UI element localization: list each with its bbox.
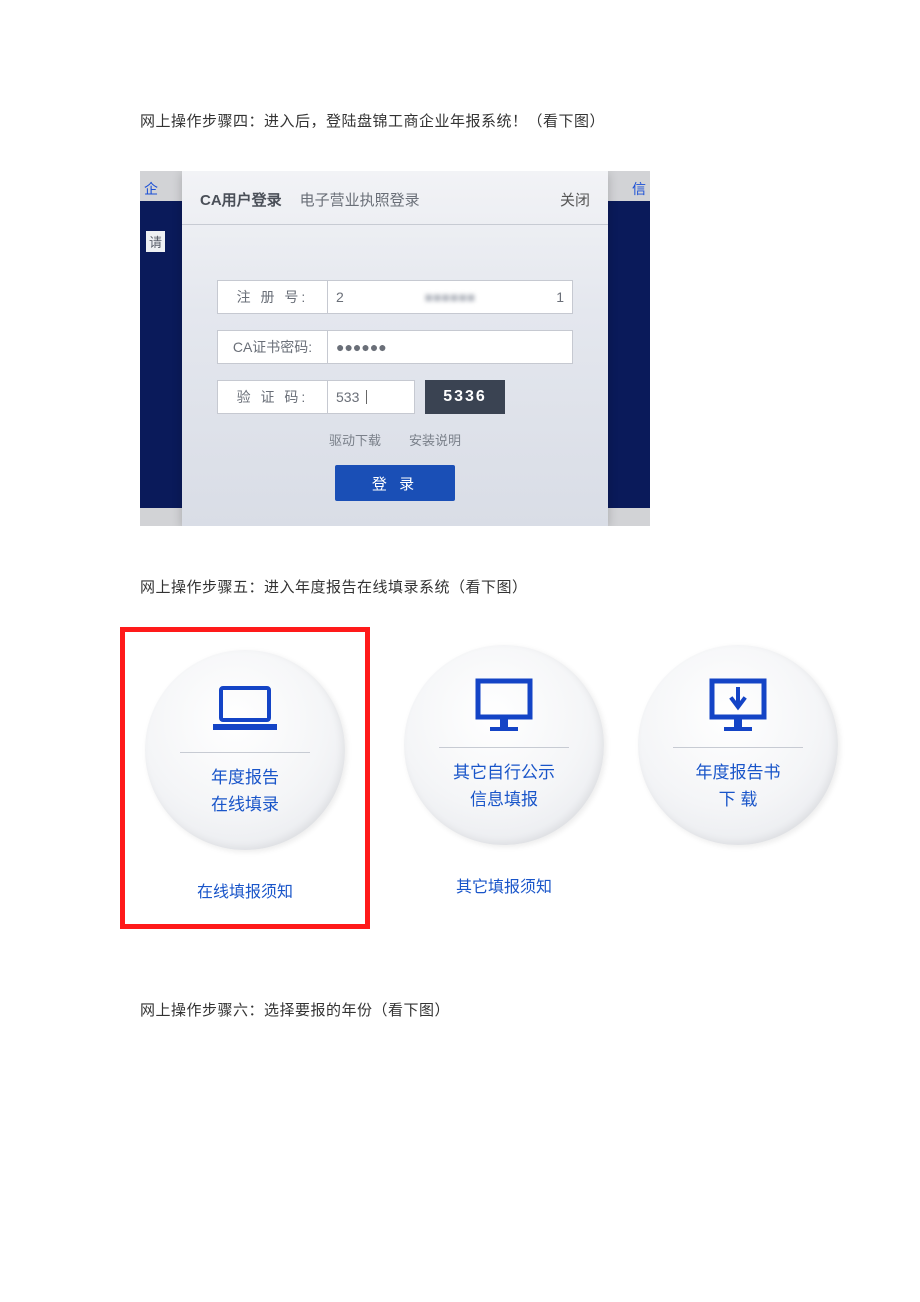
side-label-right: 信 bbox=[632, 179, 646, 199]
laptop-icon bbox=[209, 682, 281, 738]
side-label-left: 企 bbox=[144, 179, 158, 199]
download-monitor-icon bbox=[706, 677, 770, 733]
option-annual-report: 年度报告 在线填录 在线填报须知 bbox=[120, 627, 370, 929]
login-modal: CA用户登录 电子营业执照登录 关闭 注 册 号: 2 ■■■■■■ 1 CA证… bbox=[182, 171, 608, 526]
divider bbox=[180, 752, 310, 753]
registration-input[interactable]: 2 ■■■■■■ 1 bbox=[327, 280, 573, 314]
row-password: CA证书密码: ●●●●●● bbox=[217, 330, 573, 364]
option-other-disclosure: 其它自行公示 信息填报 其它填报须知 bbox=[404, 627, 604, 919]
other-disclosure-label: 其它自行公示 信息填报 bbox=[453, 760, 555, 813]
modal-header: CA用户登录 电子营业执照登录 关闭 bbox=[182, 171, 608, 225]
download-report-circle[interactable]: 年度报告书 下 载 bbox=[638, 645, 838, 845]
captcha-typed: 533 bbox=[336, 389, 359, 405]
row-registration: 注 册 号: 2 ■■■■■■ 1 bbox=[217, 280, 573, 314]
annual-report-circle[interactable]: 年度报告 在线填录 bbox=[145, 650, 345, 850]
annual-report-notice-link[interactable]: 在线填报须知 bbox=[197, 878, 293, 902]
monitor-icon bbox=[472, 677, 536, 733]
other-disclosure-notice-link[interactable]: 其它填报须知 bbox=[456, 873, 552, 897]
tab-license-login[interactable]: 电子营业执照登录 bbox=[300, 189, 420, 210]
install-guide-link[interactable]: 安装说明 bbox=[409, 430, 461, 449]
text-cursor-icon bbox=[366, 390, 367, 404]
login-form: 注 册 号: 2 ■■■■■■ 1 CA证书密码: ●●●●●● 验 证 码: … bbox=[182, 225, 608, 511]
option-download-report: 年度报告书 下 载 bbox=[638, 627, 838, 867]
divider bbox=[673, 747, 803, 748]
divider bbox=[439, 747, 569, 748]
annual-report-label: 年度报告 在线填录 bbox=[211, 765, 279, 818]
reg-prefix: 2 bbox=[336, 289, 344, 305]
reg-masked: ■■■■■■ bbox=[350, 289, 550, 305]
password-label: CA证书密码: bbox=[217, 330, 327, 364]
download-report-label: 年度报告书 下 载 bbox=[696, 760, 781, 813]
captcha-label: 验 证 码: bbox=[217, 380, 327, 414]
reg-suffix: 1 bbox=[556, 289, 564, 305]
login-button[interactable]: 登 录 bbox=[335, 465, 455, 501]
side-tag: 请 bbox=[146, 231, 165, 252]
captcha-image[interactable]: 5336 bbox=[425, 380, 505, 414]
close-button[interactable]: 关闭 bbox=[560, 189, 590, 210]
tab-ca-login[interactable]: CA用户登录 bbox=[200, 189, 282, 210]
registration-label: 注 册 号: bbox=[217, 280, 327, 314]
other-disclosure-circle[interactable]: 其它自行公示 信息填报 bbox=[404, 645, 604, 845]
captcha-input[interactable]: 533 bbox=[327, 380, 415, 414]
step-6-text: 网上操作步骤六：选择要报的年份（看下图） bbox=[140, 999, 780, 1020]
step-5-text: 网上操作步骤五：进入年度报告在线填录系统（看下图） bbox=[140, 576, 780, 597]
driver-download-link[interactable]: 驱动下载 bbox=[329, 430, 381, 449]
password-input[interactable]: ●●●●●● bbox=[327, 330, 573, 364]
options-row: 年度报告 在线填录 在线填报须知 其它自行公示 信息填报 其它填报须知 bbox=[140, 645, 780, 929]
helper-links: 驱动下载 安装说明 bbox=[217, 430, 573, 449]
row-captcha: 验 证 码: 533 5336 bbox=[217, 380, 573, 414]
step-4-text: 网上操作步骤四：进入后，登陆盘锦工商企业年报系统！（看下图） bbox=[140, 110, 780, 131]
login-screenshot: 企 信 请 CA用户登录 电子营业执照登录 关闭 注 册 号: 2 ■■■■■■… bbox=[140, 171, 650, 526]
password-value: ●●●●●● bbox=[336, 339, 387, 355]
